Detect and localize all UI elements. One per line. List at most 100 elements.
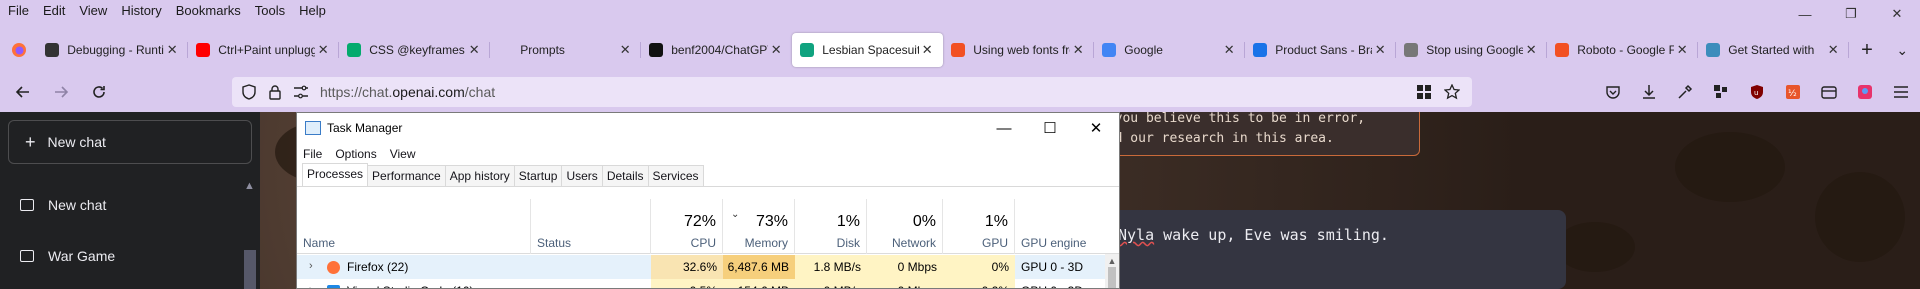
tm-menu-options[interactable]: Options — [335, 147, 376, 161]
close-tab-icon[interactable]: ✕ — [1674, 42, 1690, 58]
menu-edit[interactable]: Edit — [36, 3, 72, 18]
column-name[interactable]: Name — [297, 199, 531, 254]
restore-button[interactable]: ❐ — [1828, 0, 1874, 28]
tab-1[interactable]: Ctrl+Paint unplugged✕ — [188, 33, 340, 67]
column-status[interactable]: Status — [531, 199, 651, 254]
eyedropper-icon[interactable] — [1667, 72, 1703, 112]
close-tab-icon[interactable]: ✕ — [164, 42, 180, 58]
bookmark-star-icon[interactable] — [1438, 84, 1466, 100]
forward-button[interactable] — [46, 77, 76, 107]
tab-0[interactable]: Debugging - Runtime✕ — [37, 33, 189, 67]
tab-users[interactable]: Users — [561, 165, 603, 186]
close-tab-icon[interactable]: ✕ — [466, 42, 482, 58]
scroll-up-arrow-icon[interactable]: ▲ — [1105, 256, 1119, 266]
tab-services[interactable]: Services — [647, 165, 704, 186]
tm-maximize-button[interactable]: ☐ — [1027, 113, 1073, 143]
tab-8[interactable]: Product Sans - Brand✕ — [1245, 33, 1397, 67]
tm-minimize-button[interactable]: — — [981, 113, 1027, 143]
column-cpu[interactable]: 72% CPU — [651, 199, 723, 254]
close-tab-icon[interactable]: ✕ — [1825, 42, 1841, 58]
tab-5[interactable]: Lesbian Spacesuit ✕ — [792, 33, 944, 67]
tab-10[interactable]: Roboto - Google Fonts✕ — [1547, 33, 1699, 67]
menu-bookmarks[interactable]: Bookmarks — [169, 3, 248, 18]
column-memory[interactable]: ⌄ 73% Memory — [723, 199, 795, 254]
arrow-right-icon — [55, 86, 69, 98]
menu-history[interactable]: History — [114, 3, 168, 18]
container-icon[interactable] — [1811, 72, 1847, 112]
message-text: wake up, Eve was smiling. — [1154, 226, 1389, 244]
tab-3[interactable]: Prompts ✕ — [490, 33, 642, 67]
extensions-grid-icon[interactable] — [1410, 84, 1438, 100]
column-gpu-engine[interactable]: GPU engine — [1015, 199, 1105, 254]
close-tab-icon[interactable]: ✕ — [1523, 42, 1539, 58]
close-tab-icon[interactable]: ✕ — [1221, 42, 1237, 58]
tm-close-button[interactable]: ✕ — [1073, 113, 1119, 143]
close-tab-icon[interactable]: ✕ — [919, 42, 935, 58]
tm-scrollbar[interactable]: ▲ — [1105, 254, 1119, 288]
tab-performance[interactable]: Performance — [367, 165, 446, 186]
close-tab-icon[interactable]: ✕ — [617, 42, 633, 58]
tab-processes[interactable]: Processes — [302, 163, 369, 186]
close-tab-icon[interactable]: ✕ — [1070, 42, 1086, 58]
menu-bar: File Edit View History Bookmarks Tools H… — [0, 0, 1920, 20]
firefox-icon — [327, 261, 340, 274]
back-button[interactable] — [8, 77, 38, 107]
url-text[interactable]: https://chat.openai.com/chat — [320, 84, 495, 100]
permissions-icon[interactable] — [288, 85, 314, 99]
tab-9[interactable]: Stop using Google ✕ — [1396, 33, 1548, 67]
tab-6[interactable]: Using web fonts from✕ — [943, 33, 1095, 67]
tab-11[interactable]: Get Started with ✕ — [1698, 33, 1850, 67]
task-manager-title: Task Manager — [327, 121, 403, 135]
download-icon[interactable] — [1631, 72, 1667, 112]
column-disk[interactable]: 1% Disk — [795, 199, 867, 254]
close-tab-icon[interactable]: ✕ — [1372, 42, 1388, 58]
tab-details[interactable]: Details — [601, 165, 649, 186]
table-row[interactable]: › Firefox (22) 32.6% 6,487.6 MB 1.8 MB/s… — [297, 255, 1109, 279]
tab-startup[interactable]: Startup — [513, 165, 563, 186]
url-bar[interactable]: https://chat.openai.com/chat — [232, 77, 1472, 107]
firefox-icon — [11, 43, 26, 57]
minimize-button[interactable]: — — [1782, 0, 1828, 28]
chevron-right-icon[interactable]: › — [309, 260, 313, 272]
nav-bar: https://chat.openai.com/chat u ½ — [0, 72, 1920, 112]
tab-2[interactable]: CSS @keyframes ✕ — [339, 33, 491, 67]
menu-help[interactable]: Help — [292, 3, 333, 18]
tab-7[interactable]: Google ✕ — [1094, 33, 1246, 67]
close-window-button[interactable]: ✕ — [1874, 0, 1920, 28]
scrollbar-thumb[interactable] — [1108, 267, 1116, 288]
ublock-icon[interactable]: u — [1739, 72, 1775, 112]
tab-title: Ctrl+Paint unplugged — [218, 43, 316, 57]
hamburger-menu-icon[interactable] — [1883, 72, 1919, 112]
close-tab-icon[interactable]: ✕ — [315, 42, 331, 58]
lock-icon[interactable] — [262, 84, 288, 100]
table-row[interactable]: › Visual Studio Code (10) 0.5% 154.6 MB … — [297, 279, 1109, 288]
account-icon[interactable] — [1847, 72, 1883, 112]
tab-4[interactable]: benf2004/ChatGPT ✕ — [641, 33, 792, 67]
close-tab-icon[interactable]: ✕ — [768, 42, 784, 58]
menu-view[interactable]: View — [72, 3, 114, 18]
menu-file[interactable]: File — [0, 3, 36, 18]
chevron-right-icon[interactable]: › — [309, 284, 313, 288]
tm-menu-view[interactable]: View — [390, 147, 416, 161]
chat-sidebar: + New chat New chat War Game ▲ — [0, 112, 260, 289]
scroll-up-arrow-icon[interactable]: ▲ — [244, 180, 255, 192]
pocket-icon[interactable] — [1595, 72, 1631, 112]
new-chat-button[interactable]: + New chat — [8, 120, 252, 164]
shield-icon[interactable] — [236, 84, 262, 100]
extensions-icon[interactable] — [1703, 72, 1739, 112]
extension-orange-icon[interactable]: ½ — [1775, 72, 1811, 112]
firefox-view-button[interactable] — [0, 28, 37, 72]
sidebar-item-new-chat[interactable]: New chat — [8, 185, 238, 225]
new-tab-button[interactable]: + — [1849, 28, 1884, 72]
tab-app-history[interactable]: App history — [444, 165, 515, 186]
tab-title: Roboto - Google Fonts — [1577, 43, 1675, 57]
reload-button[interactable] — [84, 77, 114, 107]
tab-title: Get Started with — [1728, 43, 1815, 57]
list-all-tabs-button[interactable]: ⌄ — [1885, 28, 1920, 72]
tm-menu-file[interactable]: File — [303, 147, 322, 161]
column-network[interactable]: 0% Network — [867, 199, 943, 254]
column-gpu[interactable]: 1% GPU — [943, 199, 1015, 254]
sidebar-item-war-game[interactable]: War Game — [8, 236, 238, 276]
menu-tools[interactable]: Tools — [248, 3, 292, 18]
sidebar-scrollbar[interactable] — [244, 250, 256, 289]
